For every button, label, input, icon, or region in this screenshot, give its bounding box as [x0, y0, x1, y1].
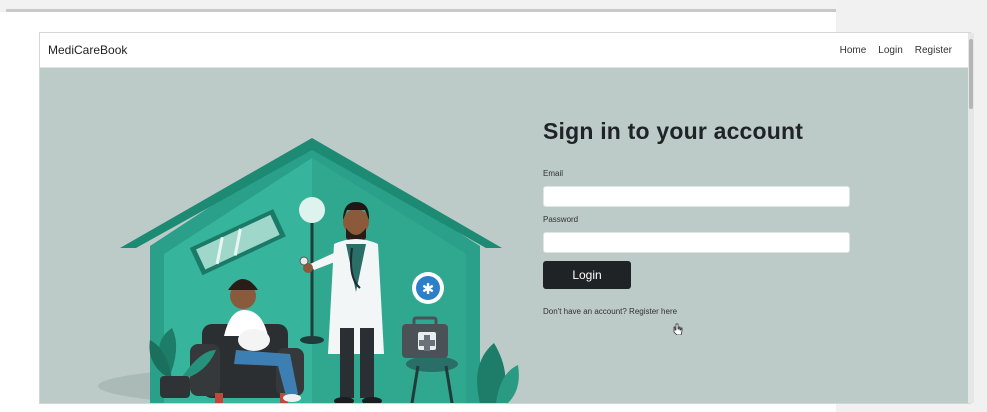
- scrollbar[interactable]: [968, 33, 974, 403]
- login-form: Sign in to your account Email Password L…: [543, 118, 863, 316]
- register-link[interactable]: Register here: [629, 307, 677, 316]
- brand-logo[interactable]: MediCareBook: [48, 43, 127, 57]
- hero-section: ✱ Sign in to your account Email Password…: [40, 68, 970, 403]
- browser-viewport: MediCareBook Home Login Register ✱ Sign …: [40, 33, 970, 403]
- bush-icon: [477, 343, 519, 403]
- doctor-patient-illustration: ✱: [98, 138, 519, 403]
- password-label: Password: [543, 215, 579, 224]
- scrollbar-thumb[interactable]: [969, 39, 973, 109]
- password-field[interactable]: [543, 232, 850, 253]
- nav-home-link[interactable]: Home: [840, 45, 867, 56]
- navbar: MediCareBook Home Login Register: [40, 33, 970, 68]
- lamp-icon: [299, 197, 325, 223]
- register-prompt-text: Don't have an account?: [543, 307, 627, 316]
- nav-links: Home Login Register: [840, 45, 952, 56]
- email-field[interactable]: [543, 186, 850, 207]
- login-button[interactable]: Login: [543, 261, 631, 289]
- top-bar-shadow: [6, 9, 836, 12]
- svg-text:✱: ✱: [422, 280, 435, 298]
- nav-login-link[interactable]: Login: [878, 45, 902, 56]
- cursor-icon: [673, 323, 683, 335]
- page-title: Sign in to your account: [543, 118, 804, 144]
- email-label: Email: [543, 169, 564, 178]
- nav-register-link[interactable]: Register: [915, 45, 952, 56]
- lamp-base: [300, 336, 324, 344]
- register-prompt: Don't have an account? Register here: [543, 307, 863, 316]
